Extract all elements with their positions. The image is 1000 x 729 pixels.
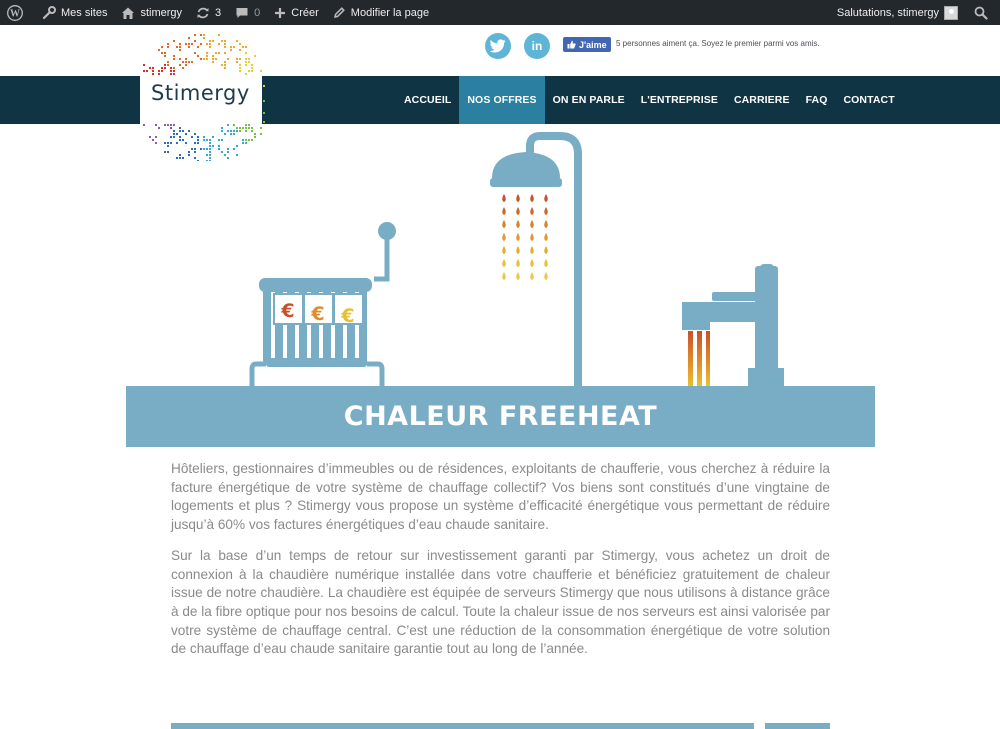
nav-item-accueil[interactable]: ACCUEIL bbox=[396, 76, 459, 124]
facebook-like-text: 5 personnes aiment ça. Soyez le premier … bbox=[616, 39, 820, 48]
euro-symbol-3: € bbox=[340, 305, 354, 327]
twitter-icon bbox=[490, 39, 506, 53]
updates-link[interactable]: 3 bbox=[189, 0, 228, 25]
pencil-icon bbox=[333, 7, 345, 19]
search-icon bbox=[974, 6, 988, 20]
linkedin-icon: in bbox=[531, 39, 543, 53]
nav-item-carriere[interactable]: CARRIERE bbox=[726, 76, 798, 124]
hero-illustration: € € € bbox=[249, 132, 784, 388]
updates-count: 3 bbox=[215, 6, 222, 19]
water-drops bbox=[502, 194, 548, 280]
edit-page-link[interactable]: Modifier la page bbox=[326, 0, 436, 25]
admin-bar: W Mes sites stimergy 3 0 Créer Modifier … bbox=[0, 0, 1000, 25]
radiator-illustration: € € € bbox=[249, 222, 396, 386]
like-label: J'aime bbox=[579, 39, 607, 50]
comments-count: 0 bbox=[254, 6, 261, 19]
nav-item-l-entreprise[interactable]: L'ENTREPRISE bbox=[633, 76, 726, 124]
my-sites-menu[interactable]: Mes sites bbox=[35, 0, 114, 25]
admin-search-button[interactable] bbox=[965, 0, 1000, 25]
wrench-icon bbox=[42, 5, 56, 19]
nav-item-on-en-parle[interactable]: ON EN PARLE bbox=[545, 76, 633, 124]
euro-symbol-1: € bbox=[280, 300, 294, 322]
svg-text:W: W bbox=[10, 8, 20, 19]
thumbs-up-icon bbox=[567, 40, 576, 49]
nav-item-faq[interactable]: FAQ bbox=[798, 76, 836, 124]
refresh-icon bbox=[197, 7, 209, 18]
page-title: CHALEUR FREEHEAT bbox=[343, 401, 658, 432]
intro-paragraph: Hôteliers, gestionnaires d’immeubles ou … bbox=[171, 461, 830, 533]
create-label: Créer bbox=[291, 6, 319, 19]
main-content: Hôteliers, gestionnaires d’immeubles ou … bbox=[171, 460, 830, 671]
nav-item-contact[interactable]: CONTACT bbox=[835, 76, 902, 124]
euro-display: € € € bbox=[273, 293, 364, 327]
facebook-like-button[interactable]: J'aime bbox=[563, 37, 611, 52]
linkedin-link[interactable]: in bbox=[524, 33, 550, 59]
euro-symbol-2: € bbox=[310, 303, 324, 325]
wordpress-logo-menu[interactable]: W bbox=[0, 0, 35, 25]
twitter-link[interactable] bbox=[485, 33, 511, 59]
my-account-menu[interactable]: Salutations, stimergy bbox=[830, 0, 965, 25]
hero-banner: CHALEUR FREEHEAT bbox=[126, 386, 875, 447]
comments-link[interactable]: 0 bbox=[228, 0, 267, 25]
faucet-illustration bbox=[682, 264, 784, 388]
my-sites-label: Mes sites bbox=[61, 6, 108, 19]
plus-icon bbox=[275, 7, 286, 18]
nav-menu: ACCUEIL NOS OFFRES ON EN PARLE L'ENTREPRISE… bbox=[396, 76, 903, 124]
avatar bbox=[944, 5, 958, 20]
nav-item-nos-offres[interactable]: NOS OFFRES bbox=[459, 76, 545, 124]
create-menu[interactable]: Créer bbox=[267, 0, 326, 25]
bottom-section-bar bbox=[171, 723, 754, 729]
details-paragraph: Sur la base d’un temps de retour sur inv… bbox=[171, 547, 830, 657]
comment-icon bbox=[236, 7, 248, 18]
site-name-menu[interactable]: stimergy bbox=[114, 0, 189, 25]
hot-water-flow bbox=[688, 331, 693, 386]
home-icon bbox=[122, 7, 135, 19]
site-name-label: stimergy bbox=[140, 6, 183, 19]
logo-text: Stimergy bbox=[151, 81, 250, 105]
bottom-section-bar-side bbox=[765, 723, 830, 729]
greeting-label: Salutations, stimergy bbox=[836, 6, 939, 19]
edit-page-label: Modifier la page bbox=[350, 6, 430, 19]
shower-illustration bbox=[490, 132, 582, 388]
wordpress-icon: W bbox=[7, 4, 23, 21]
